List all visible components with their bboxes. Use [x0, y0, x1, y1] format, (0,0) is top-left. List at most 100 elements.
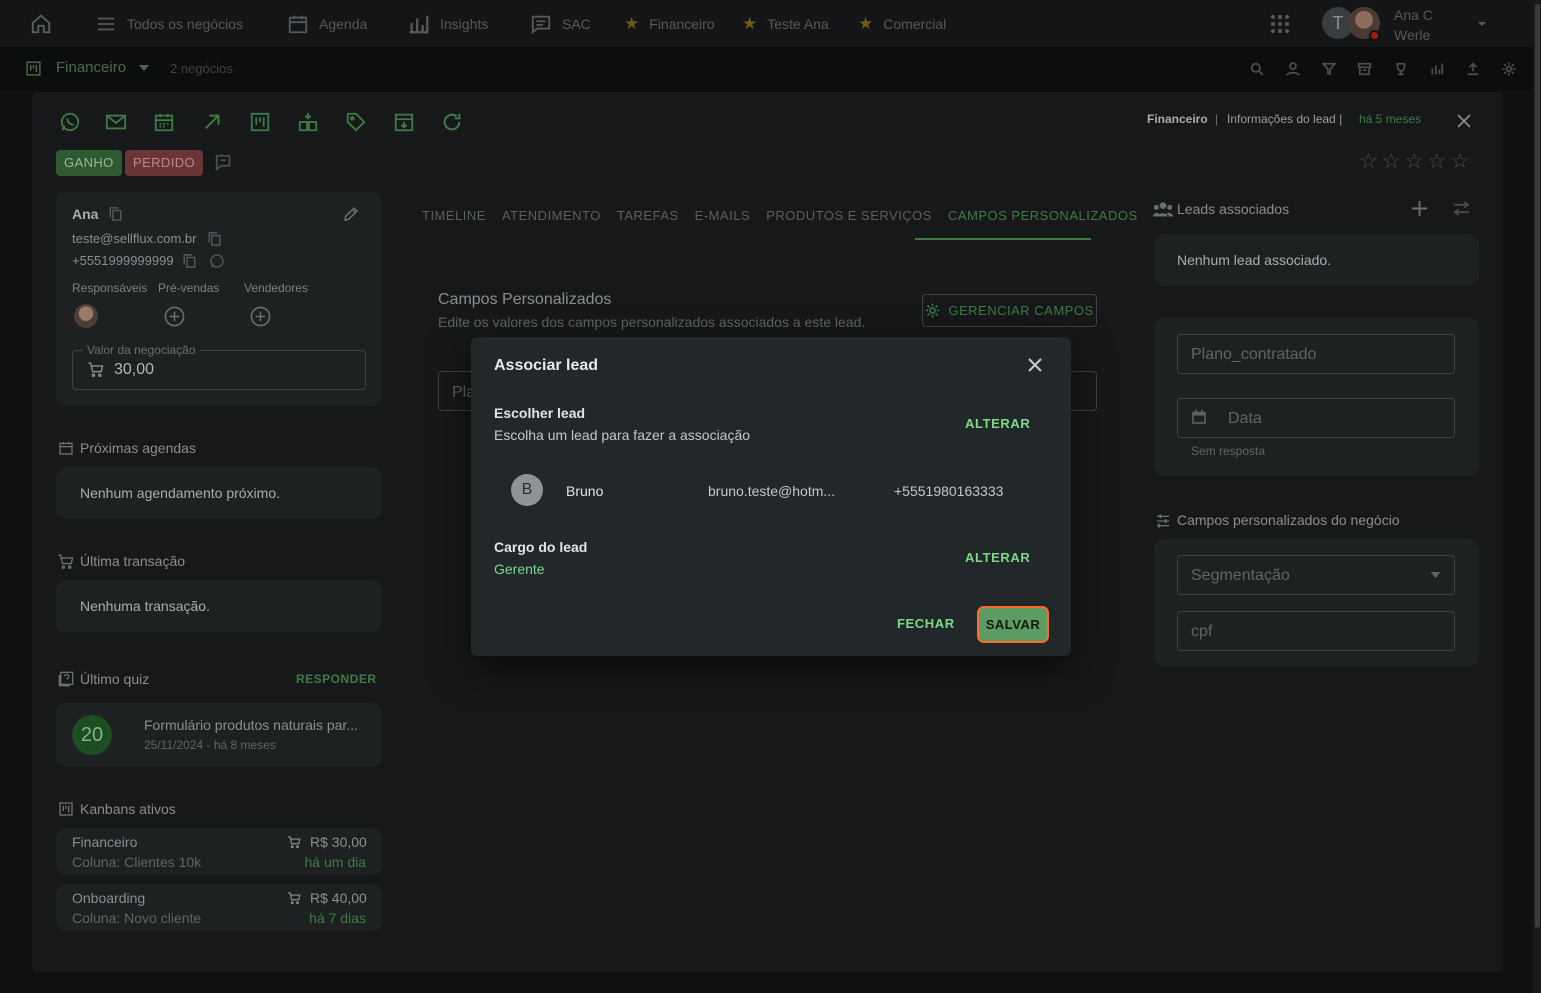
caret-down-icon[interactable] [139, 64, 149, 72]
nav-sac[interactable]: SAC [530, 0, 591, 47]
responsaveis-label: Responsáveis [72, 281, 148, 295]
star-icon[interactable]: ☆ [1405, 149, 1424, 174]
filter-icon[interactable] [1322, 62, 1336, 76]
apps-button[interactable] [1270, 0, 1290, 47]
active-tab-indicator [915, 238, 1091, 240]
cpf-field[interactable] [1177, 611, 1455, 651]
bar-chart-icon[interactable] [1430, 62, 1444, 76]
board-select[interactable]: Financeiro [56, 59, 126, 76]
lost-button[interactable]: PERDIDO [125, 150, 204, 176]
archive-icon[interactable] [393, 111, 415, 133]
email-icon[interactable] [105, 111, 127, 133]
transfer-icon[interactable] [297, 111, 319, 133]
deal-fields-title: Campos personalizados do negócio [1177, 512, 1400, 528]
star-rating[interactable]: ☆ ☆ ☆ ☆ ☆ [1359, 149, 1469, 174]
home-button[interactable] [30, 0, 52, 47]
kanban-name: Onboarding [72, 890, 146, 906]
tab-campos-personalizados[interactable]: CAMPOS PERSONALIZADOS [948, 208, 1138, 223]
lead-email: teste@sellflux.com.br [72, 231, 197, 246]
arrow-up-right-icon[interactable] [201, 111, 223, 133]
copy-icon[interactable] [208, 232, 221, 246]
transaction-empty: Nenhuma transação. [80, 598, 210, 614]
nav-agenda[interactable]: Agenda [287, 0, 367, 47]
custom-fields-subtitle: Edite os valores dos campos personalizad… [438, 314, 866, 330]
scrollbar-thumb[interactable] [1535, 4, 1540, 928]
add-icon[interactable] [1411, 200, 1428, 217]
person-icon[interactable] [1286, 62, 1300, 76]
lead-info-label: Informações do lead | [1227, 112, 1343, 126]
tab-emails[interactable]: E-MAILS [695, 208, 751, 223]
whatsapp-icon[interactable] [209, 253, 225, 269]
copy-icon[interactable] [109, 207, 122, 221]
refresh-icon[interactable] [441, 111, 463, 133]
chat-icon [531, 15, 551, 34]
kanban-column: Coluna: Novo cliente [72, 910, 202, 926]
tab-tarefas[interactable]: TAREFAS [617, 208, 679, 223]
add-circle-icon[interactable] [164, 306, 185, 327]
transaction-title: Última transação [80, 553, 186, 569]
reopen-icon[interactable] [213, 153, 235, 173]
swap-icon[interactable] [1452, 201, 1471, 216]
star-icon[interactable]: ☆ [1382, 149, 1401, 174]
kanban-icon [26, 61, 41, 76]
fav-financeiro[interactable]: ★ Financeiro [624, 0, 715, 47]
star-icon[interactable]: ☆ [1359, 149, 1378, 174]
nav-all-deals[interactable]: Todos os negócios [95, 0, 243, 47]
lead-avatar: B [511, 474, 543, 506]
top-navigation: Todos os negócios Agenda Insights SAC ★ … [0, 0, 1541, 47]
upload-icon[interactable] [1466, 62, 1480, 76]
user-menu-toggle[interactable] [1476, 0, 1488, 47]
tune-icon [1157, 514, 1169, 528]
change-lead-button[interactable]: ALTERAR [965, 416, 1030, 431]
status-dot [1369, 30, 1380, 41]
change-role-button[interactable]: ALTERAR [965, 550, 1030, 565]
kanban-value: R$ 30,00 [310, 834, 367, 850]
star-icon[interactable]: ☆ [1427, 149, 1446, 174]
close-icon[interactable] [1024, 354, 1046, 376]
calendar-icon [288, 15, 308, 33]
associated-empty: Nenhum lead associado. [1177, 252, 1332, 268]
dialog-title: Associar lead [494, 357, 599, 374]
fav-teste-ana[interactable]: ★ Teste Ana [742, 0, 829, 47]
whatsapp-icon[interactable] [59, 111, 81, 133]
nav-label: Agenda [319, 15, 368, 32]
tab-produtos-servicos[interactable]: PRODUTOS E SERVIÇOS [766, 208, 932, 223]
quiz-score: 20 [72, 715, 112, 755]
gear-icon[interactable] [1502, 62, 1516, 76]
edit-icon[interactable] [342, 205, 360, 223]
header-separator: | [1215, 112, 1219, 126]
data-field[interactable] [1177, 398, 1455, 438]
calendar-icon[interactable] [153, 111, 175, 133]
tag-icon[interactable] [345, 111, 367, 133]
deal-value: 30,00 [114, 361, 155, 378]
selected-lead-phone: +5551980163333 [894, 483, 1004, 499]
caret-down-icon [1478, 21, 1486, 26]
associated-title: Leads associados [1177, 201, 1290, 217]
cart-icon [58, 554, 74, 569]
responsible-avatar[interactable] [74, 304, 98, 328]
tab-atendimento[interactable]: ATENDIMENTO [502, 208, 601, 223]
archive-icon[interactable] [1357, 62, 1372, 76]
fav-comercial[interactable]: ★ Comercial [858, 0, 946, 47]
manage-fields-button[interactable]: GERENCIAR CAMPOS [922, 294, 1097, 327]
tab-timeline[interactable]: TIMELINE [422, 208, 486, 223]
save-button[interactable]: SALVAR [977, 606, 1049, 643]
star-icon[interactable]: ☆ [1450, 149, 1469, 174]
copy-icon[interactable] [183, 254, 196, 268]
cpf-placeholder: cpf [1191, 623, 1213, 640]
selected-lead-name: Bruno [566, 483, 604, 499]
close-button[interactable]: FECHAR [897, 616, 955, 631]
search-icon[interactable] [1250, 62, 1264, 76]
close-icon[interactable] [1457, 114, 1471, 128]
agenda-empty: Nenhum agendamento próximo. [80, 485, 281, 501]
quiz-respond-button[interactable]: RESPONDER [296, 672, 377, 686]
nav-insights[interactable]: Insights [408, 0, 488, 47]
add-circle-icon[interactable] [250, 306, 271, 327]
star-icon: ★ [624, 13, 640, 33]
calendar-icon[interactable] [1190, 408, 1208, 426]
kanban-icon[interactable] [249, 111, 271, 133]
user-name[interactable]: Ana C Werle [1394, 5, 1433, 45]
deal-count: 2 negócios [170, 61, 233, 76]
won-button[interactable]: GANHO [56, 150, 122, 176]
trophy-icon[interactable] [1394, 62, 1408, 76]
